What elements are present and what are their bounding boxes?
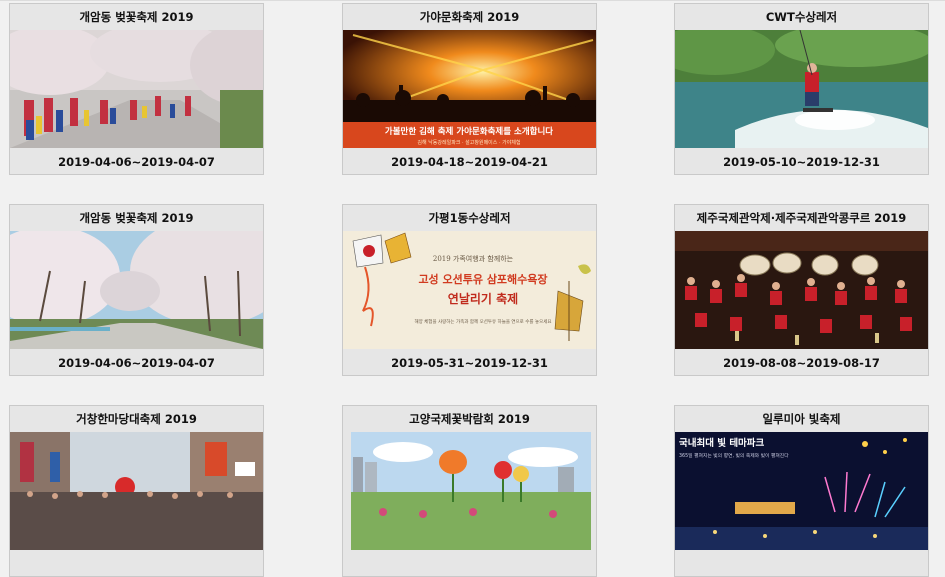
festival-thumbnail[interactable] xyxy=(343,432,596,550)
festival-card[interactable]: CWT수상레저 2019-05-10~2019-12-31 xyxy=(674,3,929,175)
festival-title: 제주국제관악제·제주국제관악콩쿠르 2019 xyxy=(696,211,907,225)
poster-note: 해양 체험을 사랑하는 가족과 함께 오션투유 하늘을 연으로 수를 놓으세요 xyxy=(414,318,551,325)
festival-thumbnail[interactable] xyxy=(10,30,263,148)
festival-thumbnail[interactable]: 국내최대 빛 테마파크 365일 펼쳐지는 빛의 향연, 빛의 축제와 빛이 펼… xyxy=(675,432,928,550)
festival-thumbnail[interactable] xyxy=(675,231,928,349)
festival-title: 일루미아 빛축제 xyxy=(762,412,841,426)
festival-title: 가야문화축제 2019 xyxy=(419,10,520,24)
festival-dates: 2019-04-06~2019-04-07 xyxy=(58,155,215,169)
banner-headline: 국내최대 빛 테마파크 xyxy=(679,437,765,449)
festival-card[interactable]: 가평1동수상레저 2019 가족여행과 함께하는 고성 오션투유 삼포해수욕장 … xyxy=(342,204,597,376)
banner-subtext: 김해 낙동강레일파크 · 설고창원메이스 · 가야체험 xyxy=(417,139,520,146)
poster-subtitle: 연날리기 축제 xyxy=(448,291,518,306)
festival-thumbnail[interactable] xyxy=(10,231,263,349)
festival-dates: 2019-05-31~2019-12-31 xyxy=(391,356,548,370)
poster-title: 고성 오션투유 삼포해수욕장 xyxy=(418,272,547,286)
festival-thumbnail[interactable] xyxy=(10,432,263,550)
festival-thumbnail[interactable]: 2019 가족여행과 함께하는 고성 오션투유 삼포해수욕장 연날리기 축제 해… xyxy=(343,231,596,349)
festival-card[interactable]: 개암동 벚꽃축제 2019 2019-04-06~2019-04-07 xyxy=(9,3,264,175)
festival-dates xyxy=(343,551,596,577)
festival-card[interactable]: 고양국제꽃박람회 2019 xyxy=(342,405,597,577)
poster-tagline: 2019 가족여행과 함께하는 xyxy=(433,254,514,263)
festival-thumbnail[interactable] xyxy=(675,30,928,148)
top-divider xyxy=(0,0,945,1)
festival-dates: 2019-05-10~2019-12-31 xyxy=(723,155,880,169)
festival-card[interactable]: 일루미아 빛축제 국내최대 빛 테마파크 365일 펼쳐지는 빛의 향연, 빛의… xyxy=(674,405,929,577)
festival-card[interactable]: 거창한마당대축제 2019 xyxy=(9,405,264,577)
festival-title: CWT수상레저 xyxy=(765,10,838,24)
banner-subtext: 365일 펼쳐지는 빛의 향연, 빛의 축제와 빛이 펼쳐진다 xyxy=(679,452,789,459)
festival-card[interactable]: 가야문화축제 2019 가볼만한 김해 축제 가야문화축제를 소개합니다 김해 … xyxy=(342,3,597,175)
festival-dates: 2019-04-06~2019-04-07 xyxy=(58,356,215,370)
festival-dates xyxy=(675,551,928,577)
festival-card[interactable]: 제주국제관악제·제주국제관악콩쿠르 2019 2019-08-08~2019-0… xyxy=(674,204,929,376)
festival-title: 고양국제꽃박람회 2019 xyxy=(409,412,530,426)
festival-thumbnail[interactable]: 가볼만한 김해 축제 가야문화축제를 소개합니다 김해 낙동강레일파크 · 설고… xyxy=(343,30,596,148)
festival-dates: 2019-08-08~2019-08-17 xyxy=(723,356,880,370)
banner-headline: 가볼만한 김해 축제 가야문화축제를 소개합니다 xyxy=(385,126,553,137)
festival-title: 개암동 벚꽃축제 2019 xyxy=(79,211,194,225)
festival-card[interactable]: 개암동 벚꽃축제 2019 2019-04-06~2019-04-07 xyxy=(9,204,264,376)
festival-title: 거창한마당대축제 2019 xyxy=(76,412,197,426)
festival-title: 가평1동수상레저 xyxy=(428,211,511,225)
festival-dates: 2019-04-18~2019-04-21 xyxy=(391,155,548,169)
festival-dates xyxy=(10,551,263,577)
festival-title: 개암동 벚꽃축제 2019 xyxy=(79,10,194,24)
